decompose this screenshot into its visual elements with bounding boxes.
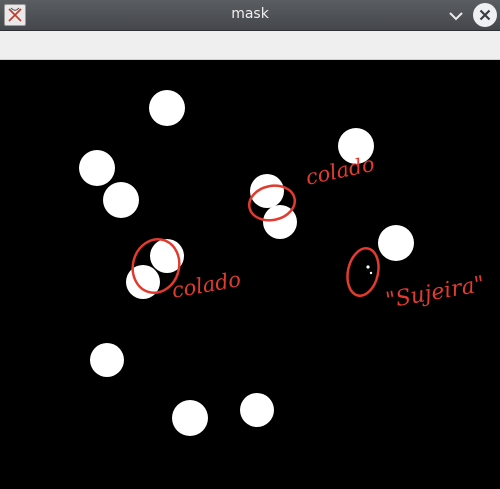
blob — [79, 150, 115, 186]
mask-image — [79, 90, 414, 436]
blob — [378, 225, 414, 261]
close-icon[interactable] — [473, 3, 497, 27]
toolbar-strip — [0, 31, 500, 60]
minimize-chevron-icon[interactable] — [446, 6, 466, 26]
speck — [366, 265, 370, 269]
blob — [172, 400, 208, 436]
window-title: mask — [231, 6, 269, 22]
blob — [103, 182, 139, 218]
blob — [240, 393, 274, 427]
annotation-circle — [346, 247, 380, 297]
title-bar[interactable]: mask — [0, 0, 500, 31]
speck — [369, 271, 373, 275]
blob — [250, 174, 284, 208]
mask-canvas — [0, 60, 500, 489]
blob — [149, 90, 185, 126]
blob — [90, 343, 124, 377]
